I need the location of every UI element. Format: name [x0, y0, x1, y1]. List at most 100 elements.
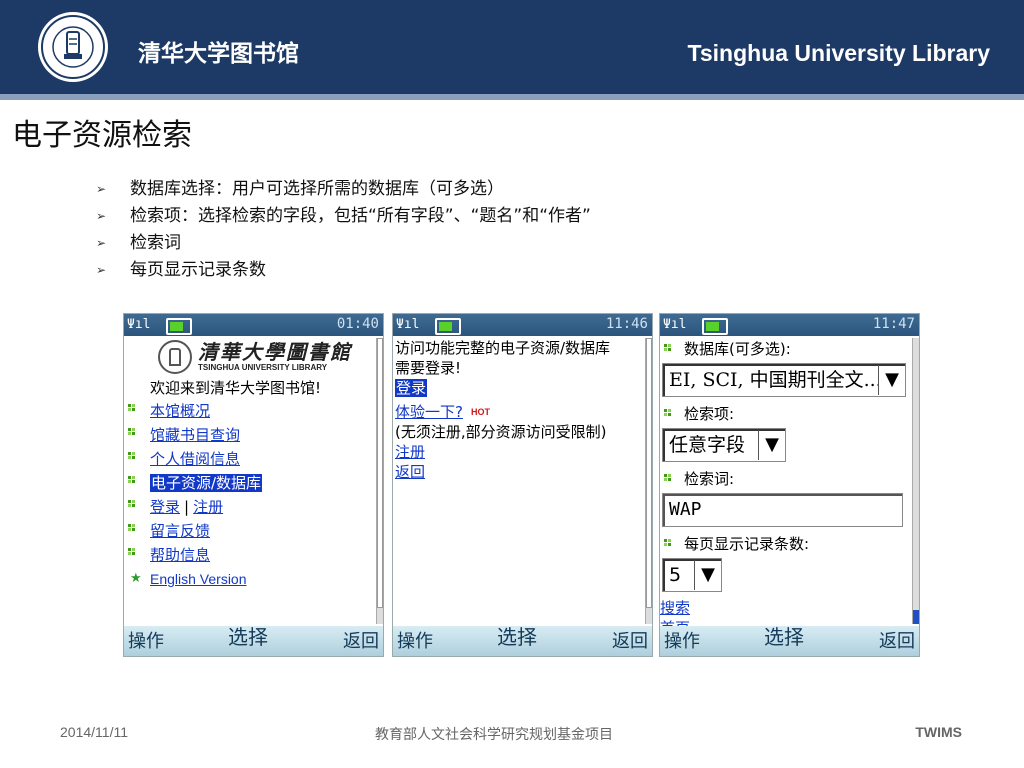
bullet-item: ➢ 检索词	[96, 231, 591, 258]
per-page-label: 每页显示记录条数:	[660, 533, 911, 555]
trial-note: (无须注册,部分资源访问受限制)	[395, 423, 607, 441]
bullet-list: ➢ 数据库选择：用户可选择所需的数据库（可多选） ➢ 检索项：选择检索的字段，包括“…	[96, 177, 591, 285]
phone-screen-home: Ψıl 01:40 清華大學圖書館 TSINGHUA UNIVERSITY LI…	[123, 313, 384, 657]
signal-icon: Ψıl	[396, 317, 420, 332]
softkey-select[interactable]: 选择	[228, 621, 268, 650]
softkey-options[interactable]: 操作	[664, 627, 700, 653]
bullet-text: 数据库选择：用户可选择所需的数据库（可多选）	[130, 179, 504, 199]
status-bar: Ψıl 01:40	[124, 314, 383, 336]
battery-icon	[166, 318, 192, 335]
menu-item-eresources[interactable]: 电子资源/数据库	[124, 472, 375, 496]
status-time: 01:40	[336, 316, 379, 332]
english-version-link[interactable]: English Version	[150, 571, 247, 587]
dropdown-arrow-icon[interactable]: ▼	[758, 430, 785, 460]
bullet-square-icon	[128, 404, 136, 412]
menu-item-help[interactable]: 帮助信息	[124, 544, 375, 568]
menu-link[interactable]: 帮助信息	[150, 546, 210, 564]
bullet-arrow-icon: ➢	[96, 236, 107, 250]
bullet-square-icon	[128, 524, 136, 532]
footer-date: 2014/11/11	[60, 724, 128, 740]
search-field-select[interactable]: 任意字段 ▼	[662, 428, 786, 462]
menu-item-account: 登录 | 注册	[124, 496, 375, 520]
softkey-select[interactable]: 选择	[764, 621, 804, 650]
menu-item-catalog[interactable]: 馆藏书目查询	[124, 424, 375, 448]
scrollbar[interactable]	[376, 338, 383, 624]
softkey-back[interactable]: 返回	[879, 627, 915, 653]
search-link[interactable]: 搜索	[660, 599, 690, 617]
menu-link[interactable]: 本馆概况	[150, 402, 210, 420]
dropdown-arrow-icon[interactable]: ▼	[878, 365, 905, 395]
bullet-square-icon	[664, 344, 672, 352]
status-bar: Ψıl 11:46	[393, 314, 652, 336]
softkey-options[interactable]: 操作	[397, 627, 433, 653]
battery-icon	[435, 318, 461, 335]
footer-brand: TWIMS	[915, 724, 962, 740]
scroll-thumb[interactable]	[377, 338, 383, 608]
header-divider	[0, 94, 1024, 100]
softkey-select[interactable]: 选择	[497, 621, 537, 650]
softkey-bar: 操作 选择 返回	[124, 625, 383, 656]
battery-icon	[702, 318, 728, 335]
trial-link[interactable]: 体验一下?	[395, 403, 463, 421]
register-link[interactable]: 注册	[193, 498, 223, 516]
database-select-value: EI, SCI, 中国期刊全文...	[669, 370, 878, 390]
status-time: 11:47	[872, 316, 915, 332]
library-logo: 清華大學圖書館 TSINGHUA UNIVERSITY LIBRARY	[158, 338, 375, 376]
database-select[interactable]: EI, SCI, 中国期刊全文... ▼	[662, 363, 906, 397]
search-term-input[interactable]: WAP	[662, 493, 903, 527]
separator: |	[184, 498, 190, 516]
scrollbar[interactable]	[912, 338, 919, 624]
phone-screen-login: Ψıl 11:46 访问功能完整的电子资源/数据库 需要登录! 登录 体验一下?…	[392, 313, 653, 657]
scrollbar[interactable]	[645, 338, 652, 624]
menu-link[interactable]: 个人借阅信息	[150, 450, 240, 468]
menu-link[interactable]: 留言反馈	[150, 522, 210, 540]
bullet-item: ➢ 检索项：选择检索的字段，包括“所有字段”、“题名”和“作者”	[96, 204, 591, 231]
menu-item-overview[interactable]: 本馆概况	[124, 400, 375, 424]
softkey-bar: 操作 选择 返回	[393, 625, 652, 656]
login-required: 需要登录!	[395, 359, 462, 377]
back-link[interactable]: 返回	[395, 463, 425, 481]
bullet-square-icon	[128, 452, 136, 460]
search-field-label: 检索项:	[660, 403, 911, 425]
menu-link-selected[interactable]: 电子资源/数据库	[150, 474, 263, 492]
login-link[interactable]: 登录	[395, 379, 428, 397]
bullet-square-icon	[128, 500, 136, 508]
footer-project: 教育部人文社会科学研究规划基金项目	[375, 727, 613, 743]
bullet-text: 检索词	[130, 233, 181, 253]
access-notice: 访问功能完整的电子资源/数据库	[395, 339, 611, 357]
menu-item-borrowing[interactable]: 个人借阅信息	[124, 448, 375, 472]
per-page-select-value: 5	[669, 565, 682, 585]
welcome-text: 欢迎来到清华大学图书馆!	[150, 379, 322, 397]
header-title-en: Tsinghua University Library	[687, 40, 990, 66]
menu-link[interactable]: 馆藏书目查询	[150, 426, 240, 444]
bullet-square-icon	[128, 428, 136, 436]
register-link[interactable]: 注册	[395, 443, 425, 461]
phone-screen-search: Ψıl 11:47 数据库(可多选): EI, SCI, 中国期刊全文... ▼ …	[659, 313, 920, 657]
menu-item-feedback[interactable]: 留言反馈	[124, 520, 375, 544]
softkey-bar: 操作 选择 返回	[660, 625, 919, 656]
bullet-item: ➢ 每页显示记录条数	[96, 258, 591, 285]
softkey-back[interactable]: 返回	[612, 627, 648, 653]
bullet-arrow-icon: ➢	[96, 209, 107, 223]
login-link[interactable]: 登录	[150, 498, 180, 516]
library-seal-icon	[38, 12, 108, 82]
softkey-back[interactable]: 返回	[343, 627, 379, 653]
menu-item-english[interactable]: ★ English Version	[124, 568, 375, 592]
scroll-thumb[interactable]	[913, 610, 919, 624]
bullet-square-icon	[664, 409, 672, 417]
softkey-options[interactable]: 操作	[128, 627, 164, 653]
database-label: 数据库(可多选):	[660, 338, 911, 360]
search-field-select-value: 任意字段	[669, 435, 746, 455]
per-page-select[interactable]: 5 ▼	[662, 558, 722, 592]
library-logo-seal-icon	[158, 340, 192, 374]
home-link[interactable]: 首页	[660, 619, 690, 626]
star-icon: ★	[130, 571, 142, 586]
header-banner: 清华大学图书馆 Tsinghua University Library	[0, 0, 1024, 94]
bullet-arrow-icon: ➢	[96, 182, 107, 196]
header-title-cn: 清华大学图书馆	[138, 41, 299, 67]
logo-en: TSINGHUA UNIVERSITY LIBRARY	[198, 363, 328, 372]
scroll-thumb[interactable]	[646, 338, 652, 608]
signal-icon: Ψıl	[127, 317, 151, 332]
dropdown-arrow-icon[interactable]: ▼	[694, 560, 721, 590]
signal-icon: Ψıl	[663, 317, 687, 332]
